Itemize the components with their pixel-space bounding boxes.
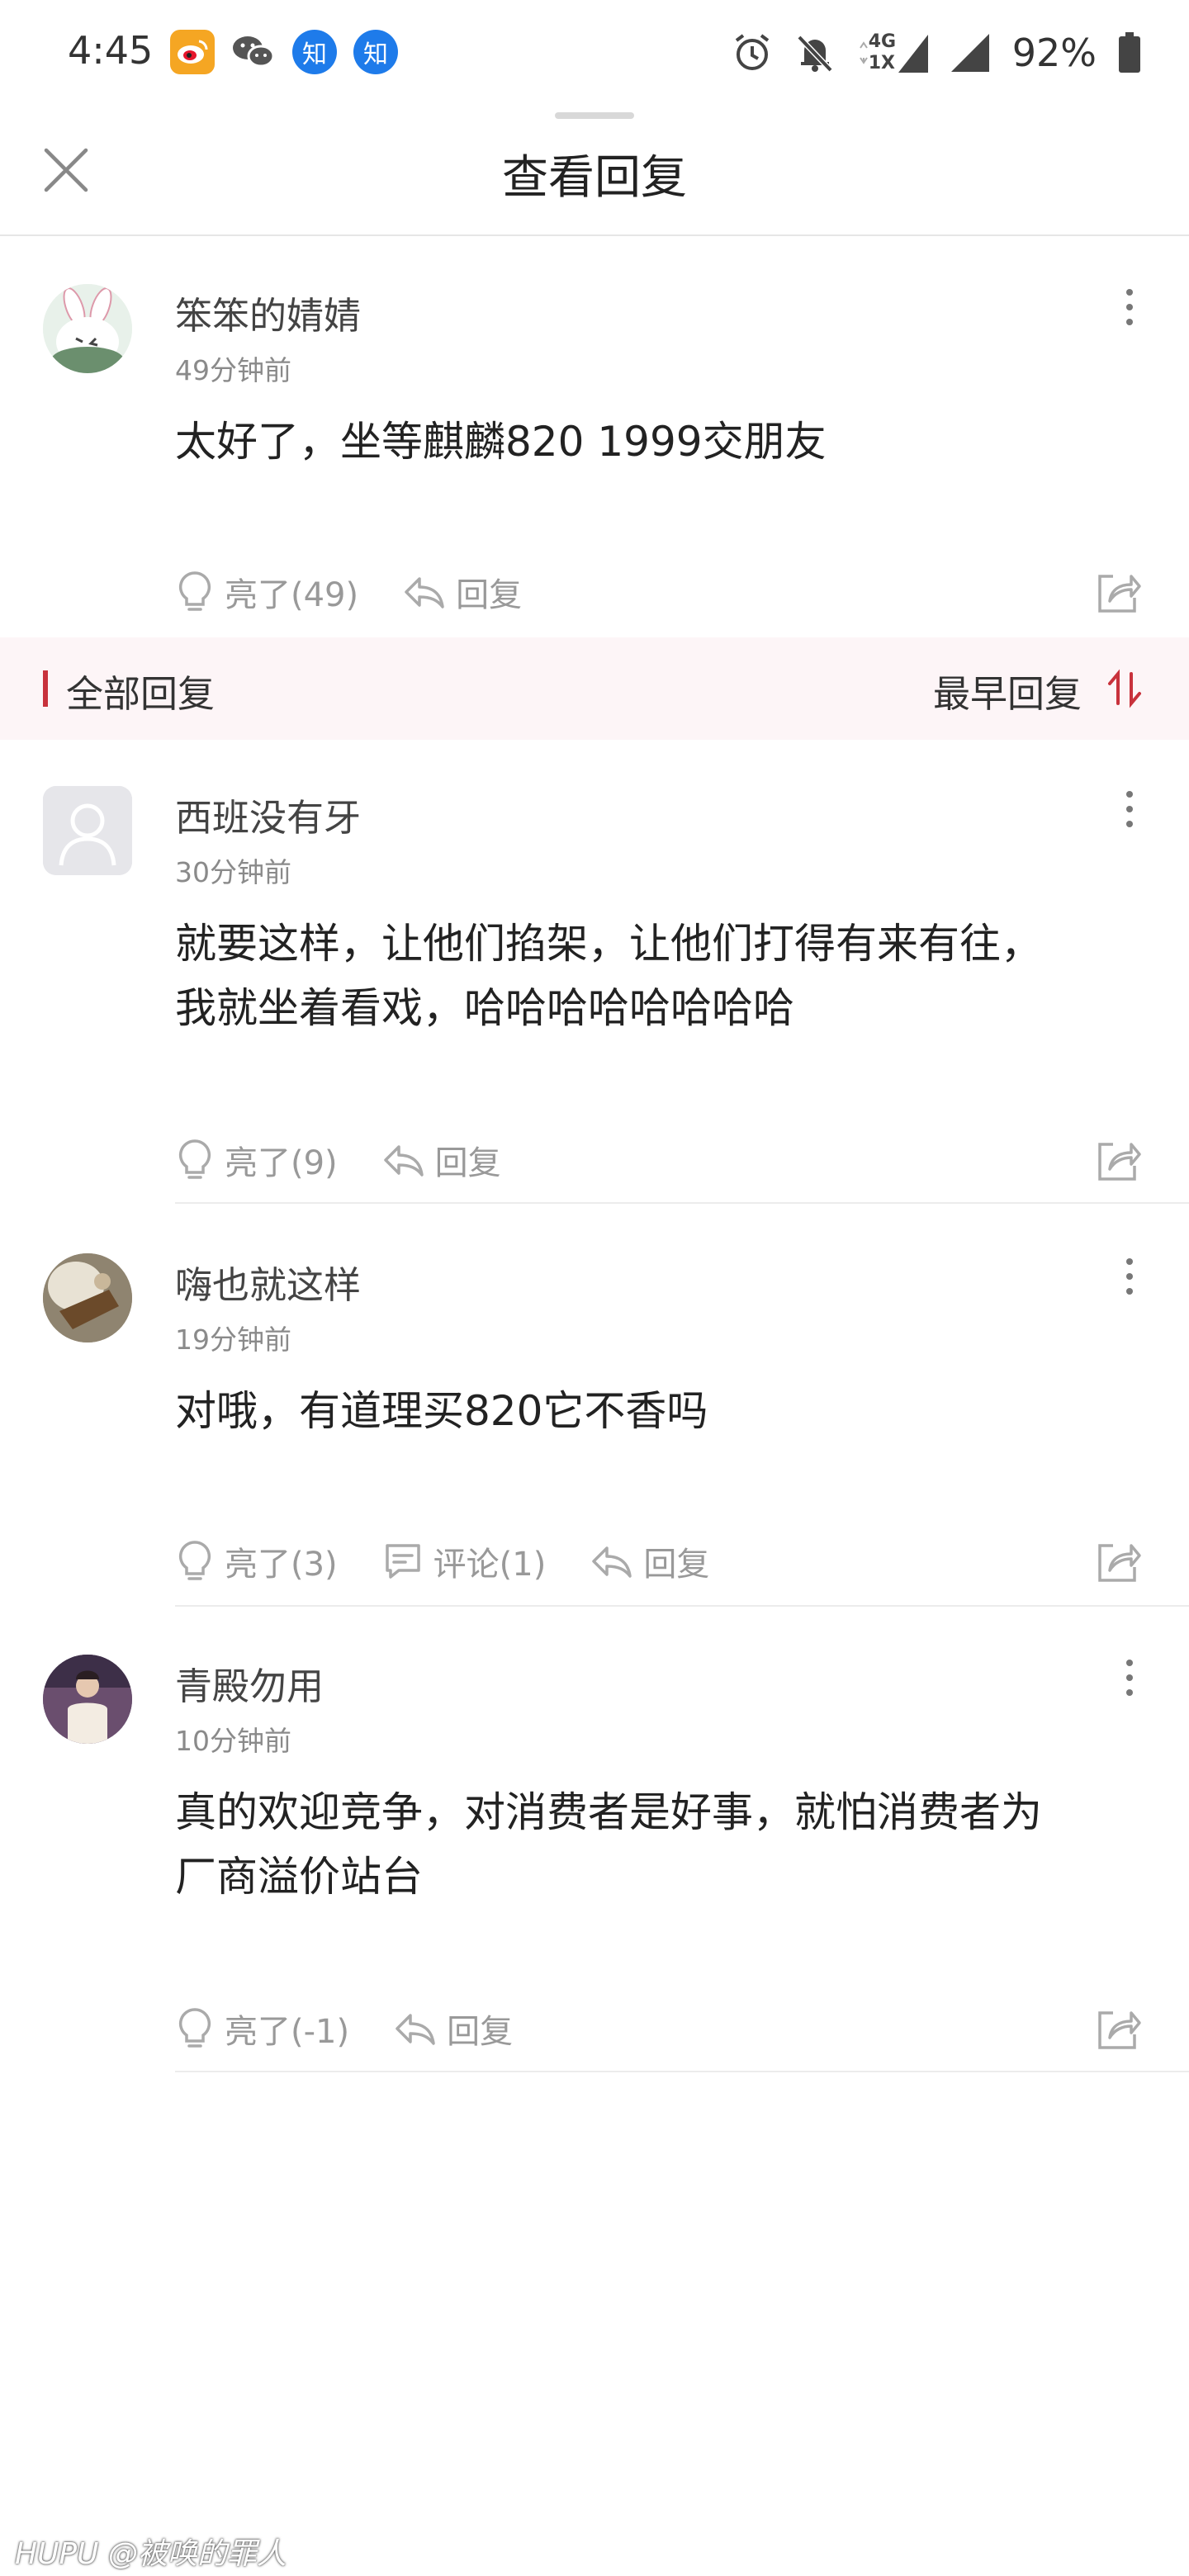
divider <box>175 2071 1189 2072</box>
reply-time: 19分钟前 <box>175 1324 291 1356</box>
like-label: 亮了(-1) <box>225 2013 350 2051</box>
reply-button[interactable]: 回复 <box>394 2005 513 2053</box>
reply-text-line: 厂商溢价站台 <box>175 1853 423 1901</box>
like-button[interactable]: 亮了(9) <box>175 1136 338 1184</box>
post-text: 太好了，坐等麒麟820 1999交朋友 <box>175 418 827 466</box>
post-time: 49分钟前 <box>175 354 291 386</box>
avatar[interactable] <box>43 284 132 373</box>
reply-text-line: 对哦，有道理买820它不香吗 <box>175 1387 708 1435</box>
lightbulb-icon <box>178 1541 211 1580</box>
share-icon <box>1098 575 1141 613</box>
reply-time: 10分钟前 <box>175 1725 291 1757</box>
main-post: 笨笨的婧婧 49分钟前 太好了，坐等麒麟820 1999交朋友 亮了(49) 回… <box>0 284 1189 631</box>
reply-arrow-icon <box>405 577 444 608</box>
username[interactable]: 笨笨的婧婧 <box>175 286 361 339</box>
zhihu-icon: 知 <box>292 30 337 74</box>
reply-label: 回复 <box>643 1546 710 1584</box>
share-button[interactable] <box>1095 1537 1143 1585</box>
lightbulb-icon <box>178 1139 211 1179</box>
username[interactable]: 嗨也就这样 <box>175 1255 361 1309</box>
avatar[interactable] <box>43 786 132 875</box>
alarm-icon <box>735 34 769 70</box>
network-4g-icon: 4G 1X <box>857 31 928 74</box>
signal-icon <box>950 34 989 72</box>
weibo-icon <box>170 30 215 74</box>
comment-bubble-icon <box>385 1544 420 1579</box>
reply-button[interactable]: 回复 <box>382 1136 501 1184</box>
nav-bar: 查看回复 <box>0 124 1189 236</box>
like-label: 亮了(3) <box>225 1546 338 1584</box>
lightbulb-icon <box>178 571 211 611</box>
reply-text: 就要这样，让他们掐架，让他们打得有来有往， 我就坐着看戏，哈哈哈哈哈哈哈哈 <box>175 912 1149 1040</box>
reply-text-line: 我就坐着看戏，哈哈哈哈哈哈哈哈 <box>175 984 794 1032</box>
share-button[interactable] <box>1095 568 1143 616</box>
share-icon <box>1098 1143 1141 1181</box>
reply-actions: 亮了(3) 评论(1) 回复 <box>175 1532 754 1590</box>
status-time: 4:45 <box>68 28 154 73</box>
reply-button[interactable]: 回复 <box>403 568 522 616</box>
share-icon <box>1098 1544 1141 1582</box>
reply-arrow-icon <box>396 2014 435 2045</box>
share-icon <box>1098 2011 1141 2049</box>
username[interactable]: 青殿勿用 <box>175 1656 324 1710</box>
reply-label: 回复 <box>447 2013 514 2051</box>
sheet-grabber-handle[interactable] <box>555 112 634 119</box>
like-label: 亮了(9) <box>225 1144 338 1182</box>
sort-order-icon[interactable] <box>1103 667 1146 710</box>
reply-arrow-icon <box>383 1145 424 1177</box>
more-icon[interactable] <box>1123 289 1136 339</box>
share-button[interactable] <box>1095 1136 1143 1184</box>
reply-text-line: 真的欢迎竞争，对消费者是好事，就怕消费者为 <box>175 1788 1042 1836</box>
status-bar: 4:45 知 知 4G 1X 92% <box>0 0 1189 107</box>
divider <box>175 1202 1189 1204</box>
reply-item: 青殿勿用 10分钟前 真的欢迎竞争，对消费者是好事，就怕消费者为 厂商溢价站台 … <box>0 1655 1189 2084</box>
reply-arrow-icon <box>592 1546 632 1578</box>
more-icon[interactable] <box>1123 791 1136 841</box>
reply-text: 对哦，有道理买820它不香吗 <box>175 1379 1149 1443</box>
reply-item: 西班没有牙 30分钟前 就要这样，让他们掐架，让他们打得有来有往， 我就坐着看戏… <box>0 786 1189 1209</box>
like-label: 亮了(49) <box>225 576 359 614</box>
battery-percent: 92% <box>1011 31 1097 75</box>
reply-button[interactable]: 回复 <box>590 1537 709 1585</box>
section-accent-bar <box>43 670 48 707</box>
comment-label: 评论(1) <box>433 1546 547 1584</box>
avatar[interactable] <box>43 1655 132 1744</box>
watermark: HUPU @被唤的罪人 <box>15 2537 287 2571</box>
comment-button[interactable]: 评论(1) <box>382 1537 547 1585</box>
share-button[interactable] <box>1095 2005 1143 2053</box>
mute-bell-icon <box>797 35 833 73</box>
section-title: 全部回复 <box>66 672 216 716</box>
status-indicators: 4G 1X 92% <box>732 28 1141 78</box>
reply-actions: 亮了(-1) 回复 <box>175 2000 557 2057</box>
avatar[interactable] <box>43 1253 132 1342</box>
more-icon[interactable] <box>1123 1258 1136 1308</box>
reply-label: 回复 <box>456 576 523 614</box>
battery-icon <box>1119 32 1140 73</box>
sort-button[interactable]: 最早回复 <box>933 664 1082 717</box>
post-actions: 亮了(49) 回复 <box>175 563 566 621</box>
reply-actions: 亮了(9) 回复 <box>175 1131 546 1189</box>
reply-text-line: 就要这样，让他们掐架，让他们打得有来有往， <box>175 920 1042 968</box>
reply-text: 真的欢迎竞争，对消费者是好事，就怕消费者为 厂商溢价站台 <box>175 1780 1149 1909</box>
like-button[interactable]: 亮了(3) <box>175 1537 338 1585</box>
all-replies-header: 全部回复 最早回复 <box>0 637 1189 740</box>
page-title: 查看回复 <box>502 151 687 205</box>
lightbulb-icon <box>178 2008 211 2048</box>
reply-item: 嗨也就这样 19分钟前 对哦，有道理买820它不香吗 亮了(3) 评论(1) 回… <box>0 1253 1189 1613</box>
wechat-icon <box>231 30 276 74</box>
zhihu-icon: 知 <box>353 30 398 74</box>
divider <box>175 1605 1189 1607</box>
more-icon[interactable] <box>1123 1660 1136 1709</box>
reply-time: 30分钟前 <box>175 856 291 888</box>
zhihu-glyph: 知 <box>363 40 388 69</box>
zhihu-glyph: 知 <box>302 40 327 69</box>
like-button[interactable]: 亮了(-1) <box>175 2005 349 2053</box>
username[interactable]: 西班没有牙 <box>175 788 361 841</box>
reply-label: 回复 <box>434 1144 501 1182</box>
like-button[interactable]: 亮了(49) <box>175 568 358 616</box>
